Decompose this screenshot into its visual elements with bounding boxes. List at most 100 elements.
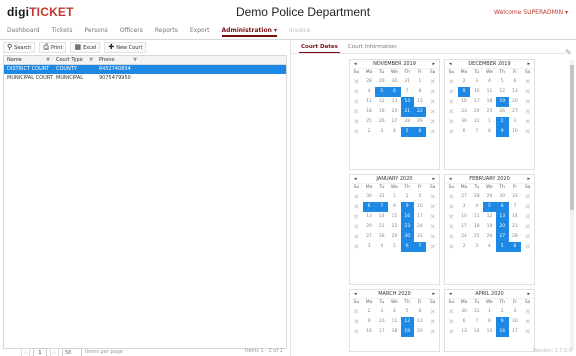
calendar-day[interactable]: 30 [496,192,509,202]
calendar-day[interactable]: 7 [413,242,427,252]
calendar-day[interactable]: 12 [483,212,496,222]
calendar-day[interactable]: 15 [388,212,401,222]
calendar-day[interactable]: 22 [388,222,401,232]
calendar-day[interactable]: 6 [414,307,427,317]
app-logo[interactable]: digiTICKET [7,5,74,19]
calendar-day[interactable]: 6 [400,242,414,252]
user-menu[interactable]: Welcome SUPERADMIN ▾ [494,9,568,16]
calendar-day[interactable]: 25 [483,107,496,117]
calendar-day[interactable]: 16 [495,327,509,337]
calendar-day[interactable]: 6 [508,242,522,252]
calendar-day[interactable]: 4 [375,242,388,252]
month-title[interactable]: DECEMBER 2019 [468,61,510,67]
calendar-day[interactable]: 2 [363,127,376,137]
calendar-day[interactable]: 28 [375,232,388,242]
calendar-day[interactable]: 26 [496,107,509,117]
nav-officers[interactable]: Officers [120,24,143,37]
calendar-day[interactable]: 21 [375,222,388,232]
calendar-day[interactable]: 27 [458,192,471,202]
calendar-day[interactable]: 8 [414,87,427,97]
calendar-day[interactable]: 3 [509,117,522,127]
calendar-day[interactable]: 7 [509,202,522,212]
calendar-day[interactable]: 19 [483,222,496,232]
calendar-day[interactable]: 30 [458,117,471,127]
calendar-day[interactable]: 10 [414,202,427,212]
next-month-icon[interactable]: ▸ [527,291,530,297]
calendar-day[interactable]: 28 [470,192,483,202]
calendar-day[interactable]: 11 [483,87,496,97]
calendar-day[interactable]: 30 [363,192,376,202]
calendar-day[interactable]: 10 [458,212,471,222]
prev-month-icon[interactable]: ◂ [449,61,452,67]
calendar-day[interactable]: 13 [388,97,401,107]
calendar-day[interactable]: 3 [458,202,471,212]
calendar-day[interactable]: 16 [458,97,471,107]
calendar-day[interactable]: 7 [401,87,414,97]
calendar-day[interactable]: 2 [458,77,471,87]
calendar-day[interactable]: 9 [495,317,509,327]
calendar-day[interactable]: 18 [363,107,376,117]
calendar-day[interactable]: 15 [483,327,496,337]
calendar-day[interactable]: 24 [414,222,427,232]
page-size-select[interactable]: 50 [62,347,82,356]
calendar-day[interactable]: 25 [470,232,483,242]
calendar-day[interactable]: 25 [363,117,376,127]
calendar-day[interactable]: 18 [483,97,496,107]
calendar-day[interactable]: 17 [414,212,427,222]
calendar-day[interactable]: 3 [470,77,483,87]
calendar-day[interactable]: 17 [375,327,388,337]
column-name[interactable]: Name ▼ [4,56,53,64]
calendar-day[interactable]: 17 [470,97,483,107]
calendar-day[interactable]: 4 [483,77,496,87]
calendar-day[interactable]: 2 [495,117,509,127]
calendar-day[interactable]: 19 [495,97,509,107]
calendar-day[interactable]: 31 [401,77,414,87]
calendar-day[interactable]: 10 [375,317,388,327]
calendar-day[interactable]: 2 [363,307,376,317]
calendar-day[interactable]: 13 [495,212,509,222]
nav-persons[interactable]: Persons [84,24,107,37]
calendar-day[interactable]: 31 [414,232,427,242]
calendar-day[interactable]: 10 [509,127,522,137]
calendar-day[interactable]: 5 [388,242,401,252]
calendar-day[interactable]: 23 [458,107,471,117]
vertical-scrollbar[interactable] [570,60,574,350]
calendar-day[interactable]: 3 [375,127,388,137]
calendar-day[interactable]: 2 [458,242,471,252]
calendar-day[interactable]: 23 [400,222,414,232]
calendar-day[interactable]: 5 [495,242,509,252]
calendar-day[interactable]: 19 [400,327,414,337]
calendar-day[interactable]: 20 [388,107,401,117]
calendar-day[interactable]: 31 [375,192,388,202]
prev-month-icon[interactable]: ◂ [449,176,452,182]
calendar-day[interactable]: 17 [509,327,522,337]
calendar-day[interactable]: 18 [388,327,401,337]
calendar-day[interactable]: 12 [496,87,509,97]
column-court-type[interactable]: Court Type ▼ [53,56,96,64]
print-button[interactable]: ⎙ Print [39,42,67,53]
calendar-day[interactable]: 7 [375,202,389,212]
next-page-button[interactable]: › [50,347,59,356]
calendar-day[interactable]: 1 [414,77,427,87]
calendar-day[interactable]: 27 [495,232,509,242]
calendar-day[interactable]: 30 [388,77,401,87]
calendar-day[interactable]: 6 [388,87,401,97]
table-row[interactable]: DISTRICT COURT COUNTY 6452740854 [4,65,286,74]
calendar-day[interactable]: 28 [363,77,376,87]
calendar-day[interactable]: 6 [509,77,522,87]
month-title[interactable]: APRIL 2020 [475,291,503,297]
calendar-day[interactable]: 24 [458,232,471,242]
calendar-day[interactable]: 1 [483,117,496,127]
month-title[interactable]: NOVEMBER 2019 [373,61,416,67]
calendar-day[interactable]: 14 [400,97,414,107]
prev-month-icon[interactable]: ◂ [354,291,357,297]
calendar-day[interactable]: 9 [495,127,509,137]
edit-icon[interactable]: ✎ [565,48,572,57]
next-month-icon[interactable]: ▸ [527,176,530,182]
calendar-day[interactable]: 16 [400,212,414,222]
calendar-day[interactable]: 4 [470,202,483,212]
calendar-day[interactable]: 9 [457,87,471,97]
next-month-icon[interactable]: ▸ [432,176,435,182]
calendar-day[interactable]: 8 [483,127,496,137]
calendar-day[interactable]: 29 [375,77,388,87]
